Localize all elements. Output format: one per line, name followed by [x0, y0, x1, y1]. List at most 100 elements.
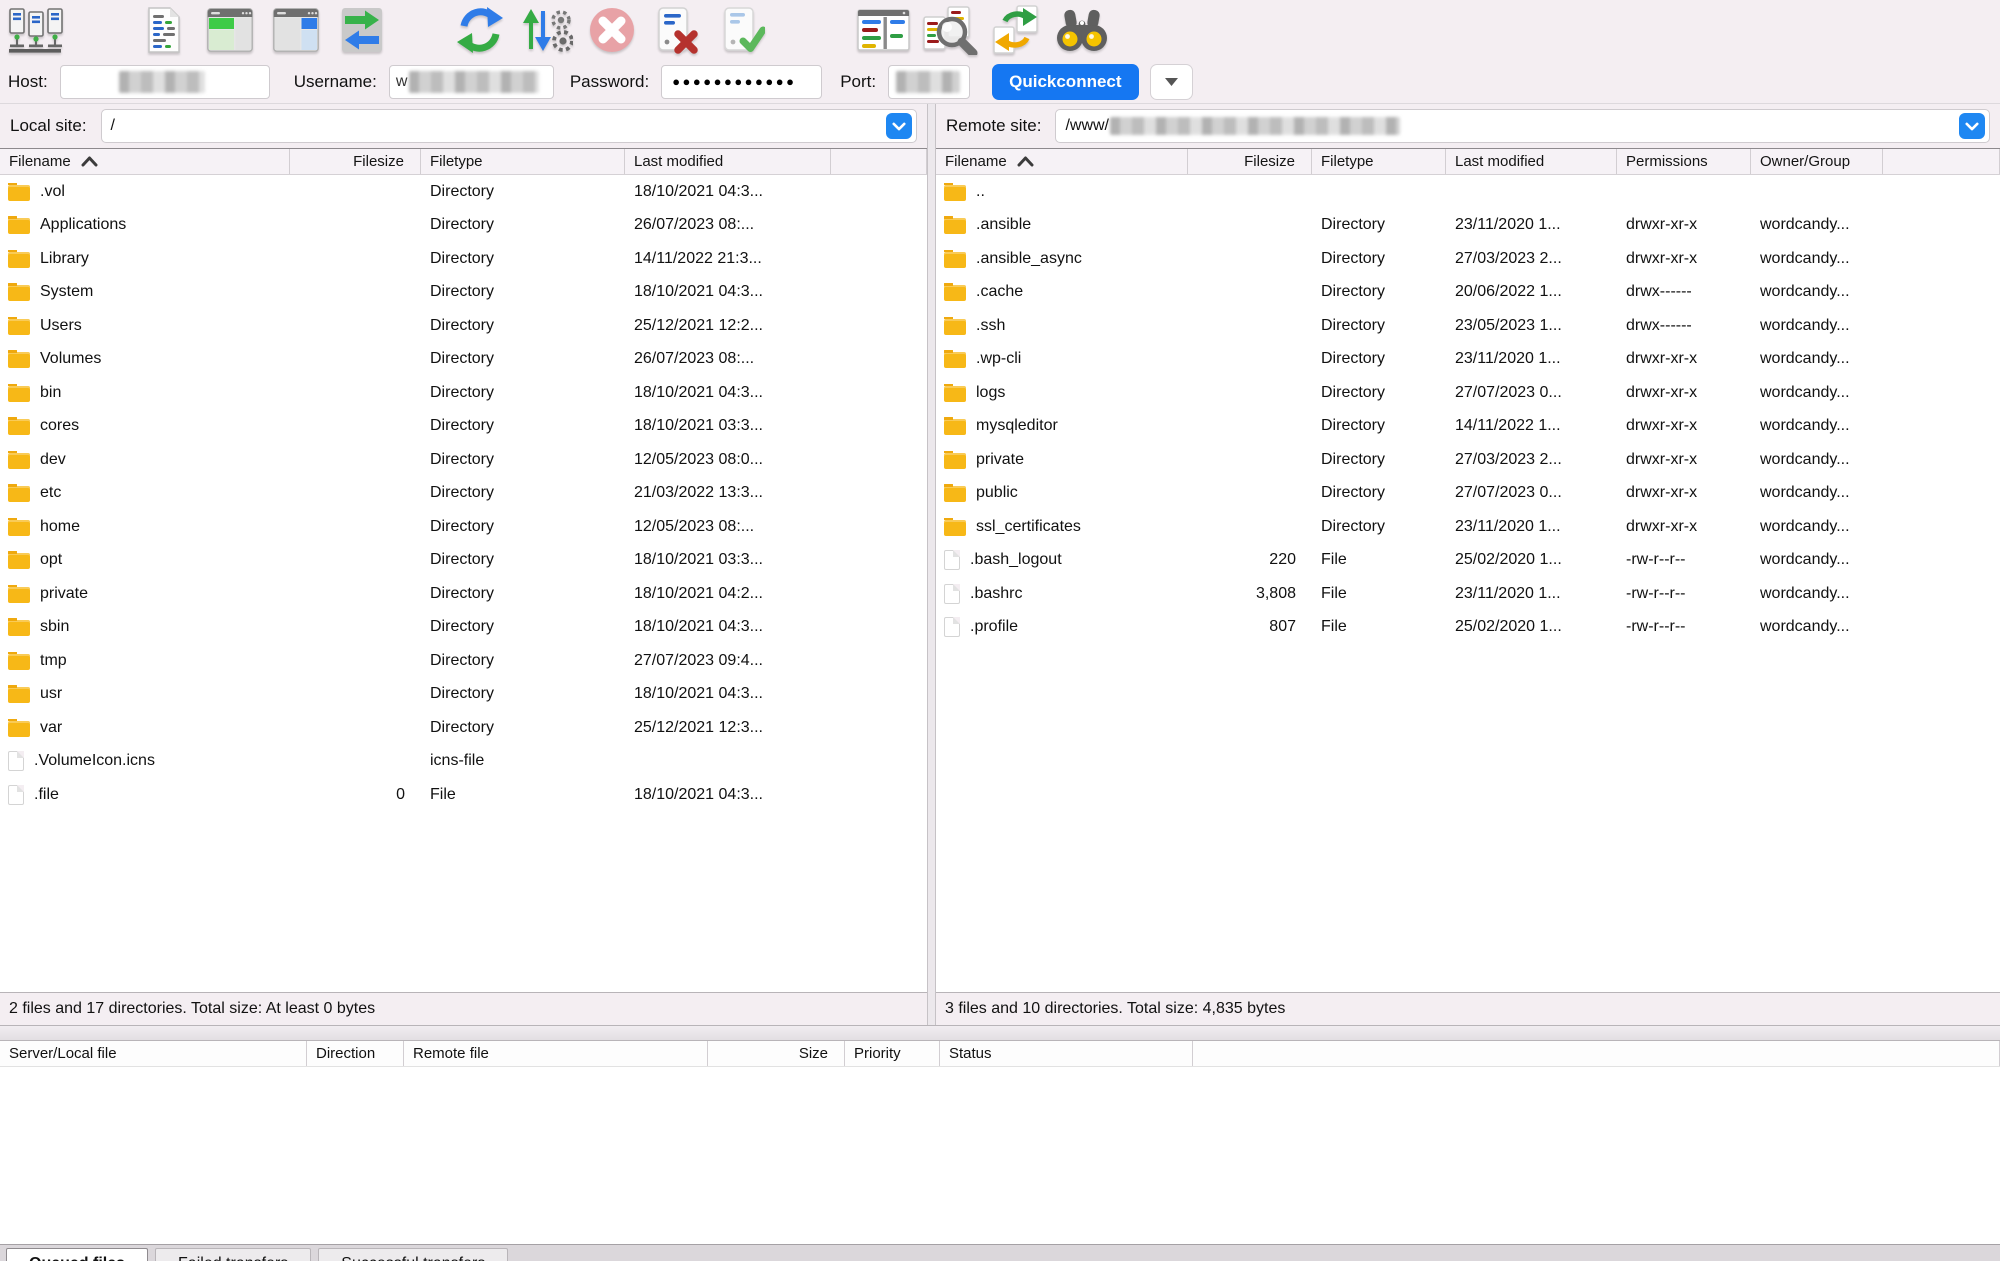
folder-icon	[8, 182, 30, 201]
local-header-filename[interactable]: Filename	[0, 149, 290, 174]
synchronized-browsing-button[interactable]	[988, 4, 1044, 56]
file-row[interactable]: cores Directory 18/10/2021 03:3...	[0, 410, 927, 444]
process-queue-button[interactable]	[518, 4, 574, 56]
username-input[interactable]: w	[388, 64, 554, 99]
remote-treeview-button[interactable]	[268, 4, 324, 56]
file-modified: 26/07/2023 08:...	[634, 216, 755, 234]
file-row[interactable]: var Directory 25/12/2021 12:3...	[0, 711, 927, 745]
refresh-button[interactable]	[452, 4, 508, 56]
file-type: icns-file	[430, 752, 485, 770]
file-name: Users	[40, 316, 82, 334]
file-modified: 23/11/2020 1...	[1455, 350, 1561, 368]
cancel-button[interactable]	[584, 4, 640, 56]
file-type: Directory	[430, 316, 495, 334]
file-type: Directory	[1321, 350, 1386, 368]
tab-queued-files[interactable]: Queued files	[6, 1248, 149, 1261]
file-modified: 18/10/2021 04:3...	[634, 785, 763, 803]
queue-splitter-horizontal[interactable]	[0, 1025, 2000, 1041]
file-row[interactable]: .bashrc 3,808 File 23/11/2020 1... -rw-r--r-…	[936, 577, 2000, 611]
remote-header-filetype[interactable]: Filetype	[1312, 149, 1446, 174]
file-row[interactable]: public Directory 27/07/2023 0... drwxr-xr-x…	[936, 477, 2000, 511]
file-row[interactable]: Volumes Directory 26/07/2023 08:...	[0, 343, 927, 377]
local-site-combobox[interactable]: /	[100, 109, 917, 143]
remote-pane: Remote site: /www/ Filename Filesize Fil…	[936, 104, 2000, 1025]
file-row[interactable]: ..	[936, 175, 2000, 209]
remote-header-permissions[interactable]: Permissions	[1617, 149, 1751, 174]
file-row[interactable]: home Directory 12/05/2023 08:...	[0, 510, 927, 544]
local-header-last-modified[interactable]: Last modified	[625, 149, 831, 174]
host-input[interactable]	[59, 64, 270, 99]
file-row[interactable]: opt Directory 18/10/2021 03:3...	[0, 544, 927, 578]
file-row[interactable]: bin Directory 18/10/2021 04:3...	[0, 376, 927, 410]
folder-icon	[8, 383, 30, 402]
file-type: Directory	[430, 685, 495, 703]
port-input[interactable]	[888, 64, 971, 99]
file-permissions: drwxr-xr-x	[1626, 216, 1698, 234]
queue-header-remote-file[interactable]: Remote file	[404, 1041, 708, 1066]
find-files-button[interactable]	[1054, 4, 1110, 56]
file-row[interactable]: dev Directory 12/05/2023 08:0...	[0, 443, 927, 477]
log-view-button[interactable]	[136, 4, 192, 56]
remote-site-dropdown-button[interactable]	[1959, 113, 1985, 139]
local-header-filesize[interactable]: Filesize	[290, 149, 421, 174]
folder-icon	[8, 417, 30, 436]
file-name: sbin	[40, 618, 70, 636]
file-row[interactable]: Users Directory 25/12/2021 12:2...	[0, 309, 927, 343]
password-input[interactable]: ●●●●●●●●●●●●	[661, 64, 823, 99]
file-row[interactable]: .vol Directory 18/10/2021 04:3...	[0, 175, 927, 209]
file-row[interactable]: .ansible Directory 23/11/2020 1... drwxr-xr…	[936, 209, 2000, 243]
file-row[interactable]: .bash_logout 220 File 25/02/2020 1... -rw-r-…	[936, 544, 2000, 578]
file-name: usr	[40, 685, 63, 703]
file-row[interactable]: private Directory 27/03/2023 2... drwxr-xr-…	[936, 443, 2000, 477]
reconnect-button[interactable]	[716, 4, 772, 56]
queue-header-priority[interactable]: Priority	[845, 1041, 940, 1066]
file-row[interactable]: mysqleditor Directory 14/11/2022 1... drwxr…	[936, 410, 2000, 444]
file-row[interactable]: sbin Directory 18/10/2021 04:3...	[0, 611, 927, 645]
file-row[interactable]: private Directory 18/10/2021 04:2...	[0, 577, 927, 611]
site-manager-button[interactable]	[8, 4, 64, 56]
folder-icon	[944, 249, 966, 268]
file-row[interactable]: .wp-cli Directory 23/11/2020 1... drwxr-xr-…	[936, 343, 2000, 377]
quickconnect-dropdown-button[interactable]	[1149, 63, 1193, 100]
disconnect-button[interactable]	[650, 4, 706, 56]
file-name: public	[976, 484, 1018, 502]
remote-header-last-modified[interactable]: Last modified	[1446, 149, 1617, 174]
queue-header-status[interactable]: Status	[940, 1041, 1193, 1066]
file-owner: wordcandy...	[1760, 216, 1850, 234]
listing-filters-button[interactable]	[856, 4, 912, 56]
file-row[interactable]: .cache Directory 20/06/2022 1... drwx------…	[936, 276, 2000, 310]
file-row[interactable]: Applications Directory 26/07/2023 08:...	[0, 209, 927, 243]
file-row[interactable]: .ssh Directory 23/05/2023 1... drwx------ wo…	[936, 309, 2000, 343]
queue-header-direction[interactable]: Direction	[307, 1041, 404, 1066]
transfer-queue-button[interactable]	[334, 4, 390, 56]
queue-header-size[interactable]: Size	[708, 1041, 845, 1066]
remote-site-combobox[interactable]: /www/	[1055, 109, 1990, 143]
file-row[interactable]: logs Directory 27/07/2023 0... drwxr-xr-x wo…	[936, 376, 2000, 410]
directory-comparison-button[interactable]	[922, 4, 978, 56]
file-row[interactable]: Library Directory 14/11/2022 21:3...	[0, 242, 927, 276]
file-row[interactable]: .profile 807 File 25/02/2020 1... -rw-r--r--…	[936, 611, 2000, 645]
file-name: mysqleditor	[976, 417, 1058, 435]
file-name: .cache	[976, 283, 1024, 301]
file-type: Directory	[430, 651, 495, 669]
file-modified: 27/07/2023 0...	[1455, 383, 1562, 401]
file-row[interactable]: etc Directory 21/03/2022 13:3...	[0, 477, 927, 511]
pane-splitter-vertical[interactable]	[927, 104, 936, 1025]
file-row[interactable]: System Directory 18/10/2021 04:3...	[0, 276, 927, 310]
quickconnect-button[interactable]: Quickconnect	[992, 63, 1139, 100]
tab-failed-transfers[interactable]: Failed transfers	[155, 1248, 312, 1261]
local-header-filetype[interactable]: Filetype	[421, 149, 625, 174]
file-row[interactable]: .file 0 File 18/10/2021 04:3...	[0, 778, 927, 812]
file-row[interactable]: .ansible_async Directory 27/03/2023 2... dr…	[936, 242, 2000, 276]
remote-header-owner-group[interactable]: Owner/Group	[1751, 149, 1883, 174]
tab-successful-transfers[interactable]: Successful transfers	[318, 1248, 509, 1261]
file-row[interactable]: ssl_certificates Directory 23/11/2020 1...…	[936, 510, 2000, 544]
file-row[interactable]: tmp Directory 27/07/2023 09:4...	[0, 644, 927, 678]
local-treeview-button[interactable]	[202, 4, 258, 56]
file-row[interactable]: usr Directory 18/10/2021 04:3...	[0, 678, 927, 712]
queue-header-server-local-file[interactable]: Server/Local file	[0, 1041, 307, 1066]
remote-header-filename[interactable]: Filename	[936, 149, 1188, 174]
local-site-dropdown-button[interactable]	[886, 113, 912, 139]
remote-header-filesize[interactable]: Filesize	[1188, 149, 1312, 174]
file-row[interactable]: .VolumeIcon.icns icns-file	[0, 745, 927, 779]
